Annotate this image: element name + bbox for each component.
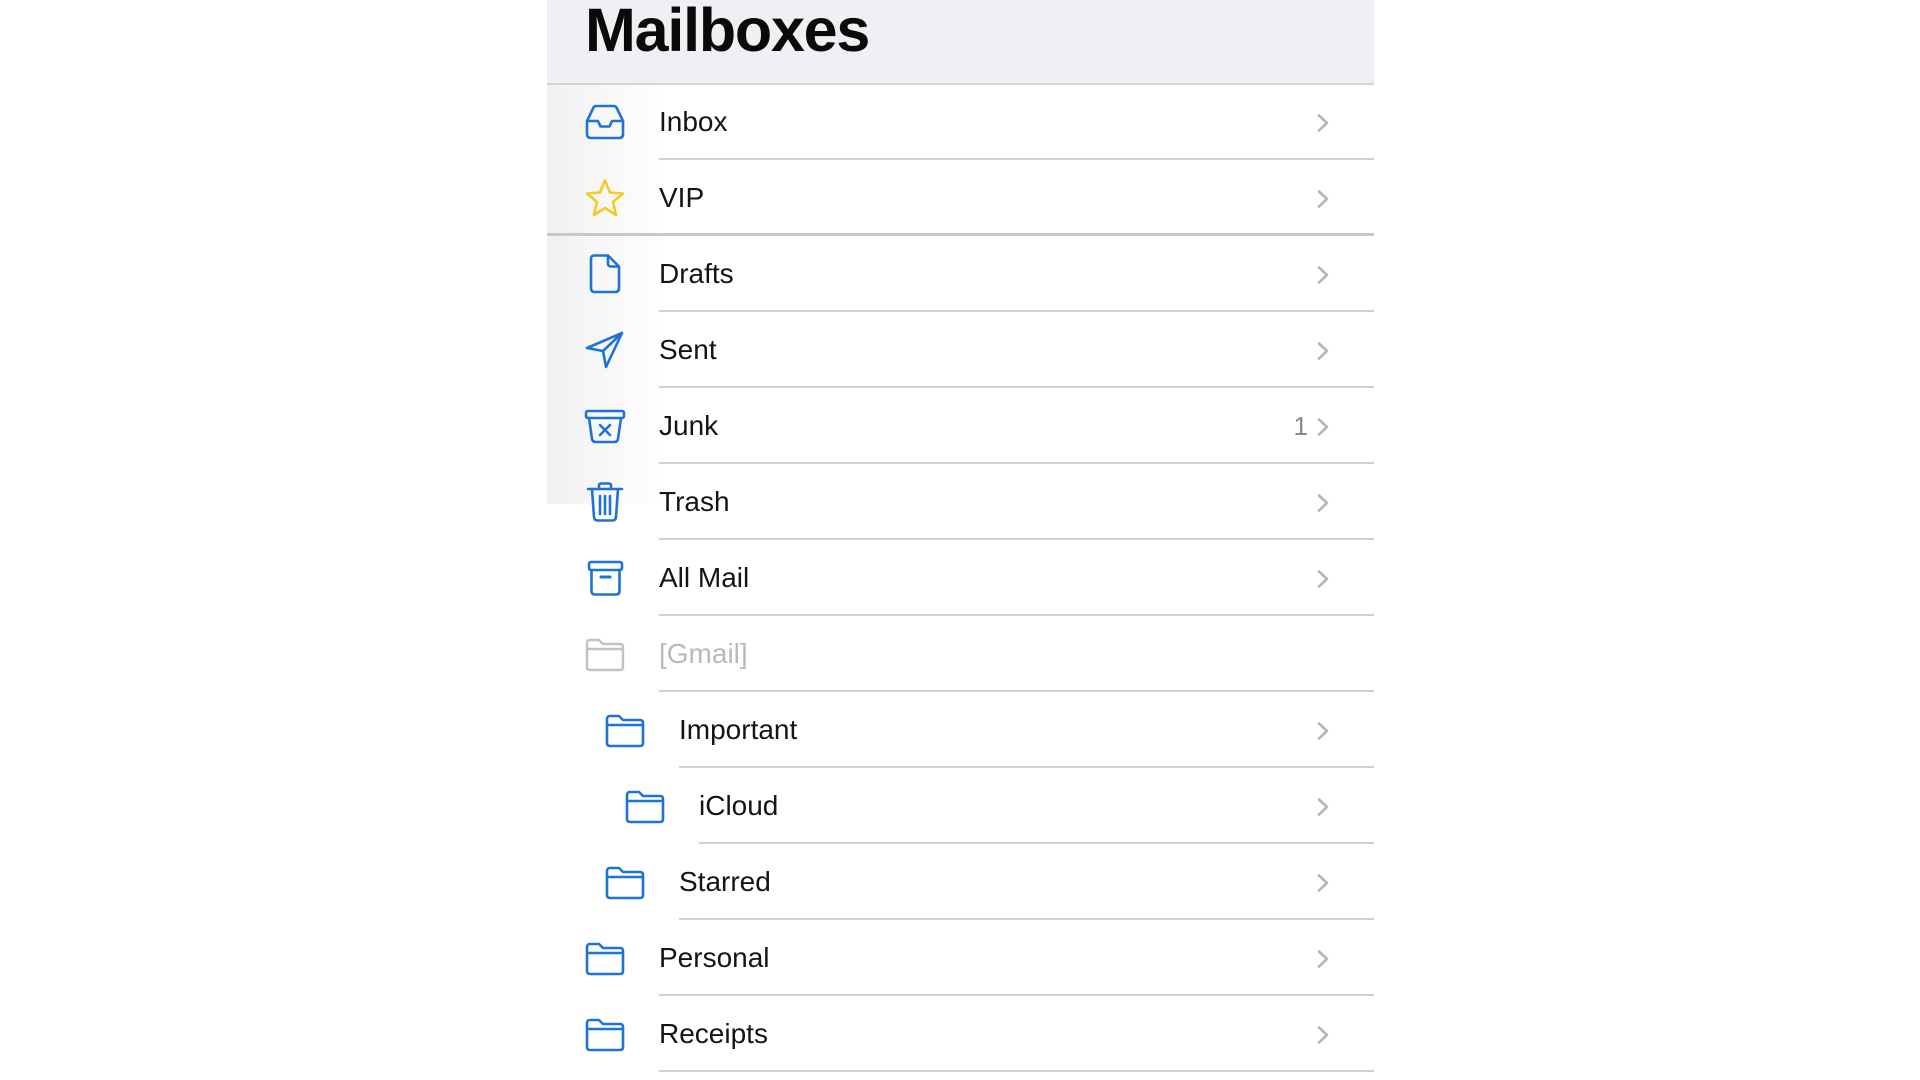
folder-icon	[584, 938, 626, 978]
mailbox-row-trash[interactable]: Trash	[547, 464, 1374, 540]
chevron-right-icon	[1316, 797, 1330, 817]
chevron-right-icon	[1316, 873, 1330, 893]
chevron-right-icon	[1316, 189, 1330, 209]
mailbox-label: Important	[679, 714, 798, 745]
navigation-header: Mailboxes	[547, 0, 1374, 85]
mailbox-row-important[interactable]: Important	[547, 692, 1374, 768]
folder-icon	[604, 710, 646, 750]
mailbox-row-personal[interactable]: Personal	[547, 920, 1374, 996]
mailbox-list: Inbox VIP Drafts Sent Junk 1 Trash All M…	[547, 84, 1374, 1072]
paper-plane-icon	[584, 330, 626, 370]
star-icon	[584, 178, 626, 218]
mailbox-row-receipts[interactable]: Receipts	[547, 996, 1374, 1072]
mailbox-row-all-mail[interactable]: All Mail	[547, 540, 1374, 616]
chevron-right-icon	[1316, 417, 1330, 437]
mailbox-label: [Gmail]	[659, 638, 748, 669]
mailbox-label: All Mail	[659, 562, 750, 593]
mailbox-row-vip[interactable]: VIP	[547, 160, 1374, 236]
mailbox-label: iCloud	[699, 790, 779, 821]
mailbox-row-gmail: [Gmail]	[547, 616, 1374, 692]
chevron-right-icon	[1316, 569, 1330, 589]
folder-icon	[624, 786, 666, 826]
chevron-right-icon	[1316, 721, 1330, 741]
mailbox-label: Personal	[659, 942, 770, 973]
mailbox-row-starred[interactable]: Starred	[547, 844, 1374, 920]
mailbox-label: Inbox	[659, 106, 728, 137]
page-title: Mailboxes	[585, 0, 870, 64]
chevron-right-icon	[1316, 949, 1330, 969]
mailbox-row-inbox[interactable]: Inbox	[547, 84, 1374, 160]
chevron-right-icon	[1316, 493, 1330, 513]
mailbox-label: VIP	[659, 182, 705, 213]
trash-icon	[584, 482, 626, 522]
row-separator	[659, 1070, 1374, 1072]
folder-icon	[584, 634, 626, 674]
mailboxes-panel: Mailboxes Inbox VIP Drafts Sent Junk 1 T…	[547, 0, 1374, 1080]
junk-bin-icon	[584, 406, 626, 446]
mailbox-label: Receipts	[659, 1018, 768, 1049]
document-icon	[584, 254, 626, 294]
chevron-right-icon	[1316, 1025, 1330, 1045]
mailbox-row-sent[interactable]: Sent	[547, 312, 1374, 388]
mailbox-row-junk[interactable]: Junk 1	[547, 388, 1374, 464]
inbox-icon	[584, 102, 626, 142]
unread-count-badge: 1	[1293, 411, 1308, 441]
mailbox-label: Trash	[659, 486, 730, 517]
mailbox-label: Starred	[679, 866, 771, 897]
mailbox-row-icloud[interactable]: iCloud	[547, 768, 1374, 844]
chevron-right-icon	[1316, 341, 1330, 361]
archive-box-icon	[584, 558, 626, 598]
mailbox-label: Drafts	[659, 258, 734, 289]
mailbox-row-drafts[interactable]: Drafts	[547, 236, 1374, 312]
chevron-right-icon	[1316, 265, 1330, 285]
mailbox-label: Sent	[659, 334, 717, 365]
mailbox-label: Junk	[659, 410, 719, 441]
chevron-right-icon	[1316, 113, 1330, 133]
folder-icon	[584, 1014, 626, 1054]
folder-icon	[604, 862, 646, 902]
